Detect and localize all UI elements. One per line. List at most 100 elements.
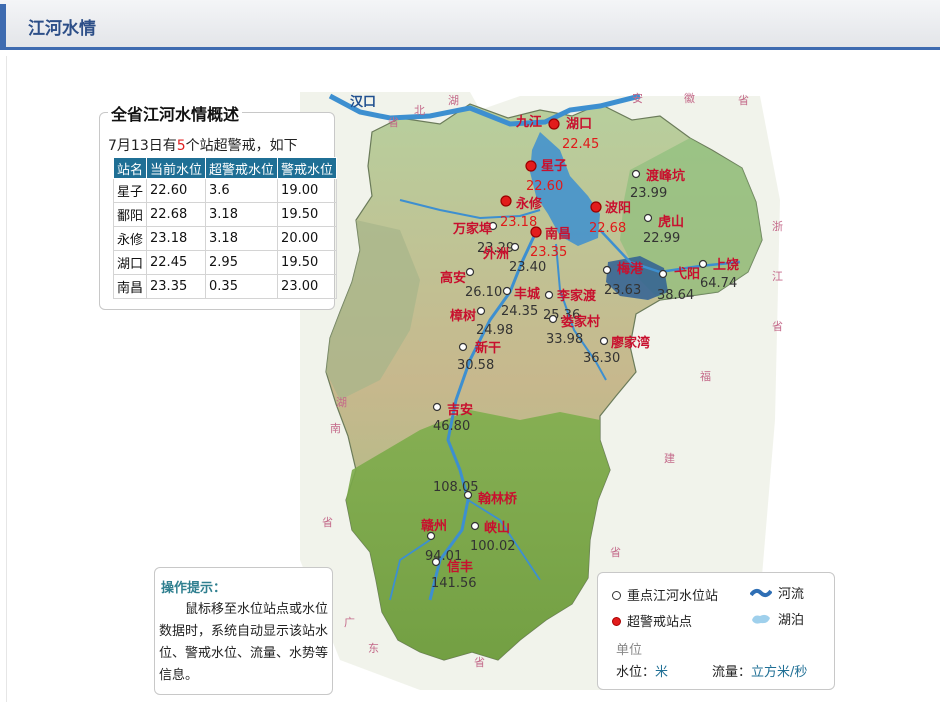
station-water-level[interactable]: 22.99 <box>643 231 680 246</box>
table-header-row: 站名 当前水位 超警戒水位 警戒水位 <box>112 157 338 179</box>
station-water-level[interactable]: 100.02 <box>470 539 516 554</box>
station-name[interactable]: 翰林桥 <box>478 491 518 507</box>
alert-dot-icon <box>612 617 621 626</box>
station-name[interactable]: 上饶 <box>713 257 739 273</box>
station-name[interactable]: 赣州 <box>421 518 447 534</box>
station-dot[interactable] <box>432 402 442 412</box>
alert-station-dot[interactable] <box>500 195 512 207</box>
station-water-level[interactable]: 24.35 <box>501 304 538 319</box>
alert-station-dot[interactable] <box>590 201 602 213</box>
station-water-level[interactable]: 141.56 <box>431 576 477 591</box>
cell: 19.00 <box>277 178 338 203</box>
alert-station-dot[interactable] <box>548 118 560 130</box>
station-dot[interactable] <box>465 267 475 277</box>
station-name[interactable]: 新干 <box>475 340 501 356</box>
station-name[interactable]: 樟树 <box>450 308 476 324</box>
station-name[interactable]: 虎山 <box>658 214 684 230</box>
cell: 鄱阳 <box>112 202 148 227</box>
station-dot[interactable] <box>458 342 468 352</box>
alert-station-dot[interactable] <box>530 226 542 238</box>
station-name[interactable]: 波阳 <box>605 200 631 216</box>
table-row[interactable]: 鄱阳 22.68 3.18 19.50 <box>112 202 338 227</box>
legend-river-label: 河流 <box>778 587 805 602</box>
station-dot[interactable] <box>431 557 441 567</box>
station-water-level[interactable]: 23.35 <box>530 245 567 260</box>
alert-station-dot[interactable] <box>525 160 537 172</box>
station-name[interactable]: 万家埠 <box>452 221 492 237</box>
station-name[interactable]: 丰城 <box>514 286 540 302</box>
station-water-level[interactable]: 23.18 <box>500 215 537 230</box>
station-name[interactable]: 九江 <box>515 114 542 130</box>
station-water-level[interactable]: 36.30 <box>583 351 620 366</box>
legend-lake-label: 湖泊 <box>778 613 805 628</box>
station-name[interactable]: 梅港 <box>617 261 644 277</box>
summary-suffix: 个站超警戒，如下 <box>185 138 298 154</box>
station-water-level[interactable]: 23.63 <box>604 283 641 298</box>
station-water-level[interactable]: 46.80 <box>433 419 470 434</box>
cell: 星子 <box>112 178 148 203</box>
station-dot[interactable] <box>544 290 554 300</box>
station-water-level[interactable]: 22.45 <box>562 137 599 152</box>
station-dot[interactable] <box>658 269 668 279</box>
cell: 3.6 <box>205 178 279 203</box>
station-dot[interactable] <box>631 169 641 179</box>
cell: 22.68 <box>146 202 207 227</box>
station-water-level[interactable]: 30.58 <box>457 358 494 373</box>
table-row[interactable]: 星子 22.60 3.6 19.00 <box>112 178 338 203</box>
station-name[interactable]: 弋阳 <box>674 266 700 282</box>
station-name[interactable]: 星子 <box>541 159 567 174</box>
province-label: 浙 <box>772 220 783 233</box>
station-name[interactable]: 娄家村 <box>561 314 600 330</box>
station-dot[interactable] <box>602 265 612 275</box>
station-dot[interactable] <box>510 242 520 252</box>
cell: 20.00 <box>277 226 338 251</box>
province-label: 南 <box>330 422 341 435</box>
station-name[interactable]: 高安 <box>440 270 466 286</box>
station-name[interactable]: 湖口 <box>566 117 592 132</box>
province-label: 福 <box>700 369 711 383</box>
station-water-level[interactable]: 23.40 <box>509 260 546 275</box>
station-water-level[interactable]: 64.74 <box>700 276 737 291</box>
col-alert-level: 警戒水位 <box>277 157 338 179</box>
station-dot[interactable] <box>476 306 486 316</box>
station-name[interactable]: 峡山 <box>484 520 510 536</box>
table-row[interactable]: 永修 23.18 3.18 20.00 <box>112 226 338 251</box>
station-water-level[interactable]: 108.05 <box>433 480 479 495</box>
station-water-level[interactable]: 22.60 <box>526 179 563 194</box>
cell: 19.50 <box>277 202 338 227</box>
station-name[interactable]: 渡峰坑 <box>646 168 685 184</box>
station-dot[interactable] <box>502 286 512 296</box>
station-dot[interactable] <box>470 521 480 531</box>
station-dot[interactable] <box>548 314 558 324</box>
station-water-level[interactable]: 26.10 <box>465 285 502 300</box>
station-water-level[interactable]: 33.98 <box>546 332 583 347</box>
province-label: 湖 <box>448 94 459 107</box>
station-marker[interactable]: 九江 <box>515 114 542 130</box>
cell: 23.18 <box>146 226 207 251</box>
station-name[interactable]: 李家渡 <box>556 288 597 304</box>
station-dot[interactable] <box>599 336 609 346</box>
station-name[interactable]: 信丰 <box>447 559 473 575</box>
station-name[interactable]: 廖家湾 <box>611 335 650 351</box>
cell: 永修 <box>112 226 148 251</box>
hankou-label: 汉口 <box>350 94 376 110</box>
province-label: 徽 <box>684 91 695 105</box>
station-water-level[interactable]: 23.99 <box>630 186 667 201</box>
cell: 3.18 <box>205 202 279 227</box>
station-name[interactable]: 吉安 <box>447 402 473 418</box>
station-water-level[interactable]: 22.68 <box>589 221 626 236</box>
legend-alert: 超警戒站点 <box>612 611 692 630</box>
map-legend: 重点江河水位站 河流 超警戒站点 湖泊 单位 水位：米 流量：立方米/秒 <box>597 572 835 690</box>
station-name[interactable]: 永修 <box>515 196 543 212</box>
station-name[interactable]: 外洲 <box>482 246 509 262</box>
station-dot[interactable] <box>698 259 708 269</box>
table-row[interactable]: 湖口 22.45 2.95 19.50 <box>112 250 338 275</box>
summary-prefix: 7月13日有 <box>108 138 177 154</box>
station-water-level[interactable]: 38.64 <box>657 288 694 303</box>
table-row[interactable]: 南昌 23.35 0.35 23.00 <box>112 274 338 299</box>
station-dot[interactable] <box>643 213 653 223</box>
level-unit: 米 <box>655 665 669 680</box>
station-water-level[interactable]: 24.98 <box>476 323 513 338</box>
province-label: 江 <box>772 270 783 283</box>
station-name[interactable]: 南昌 <box>545 226 571 242</box>
